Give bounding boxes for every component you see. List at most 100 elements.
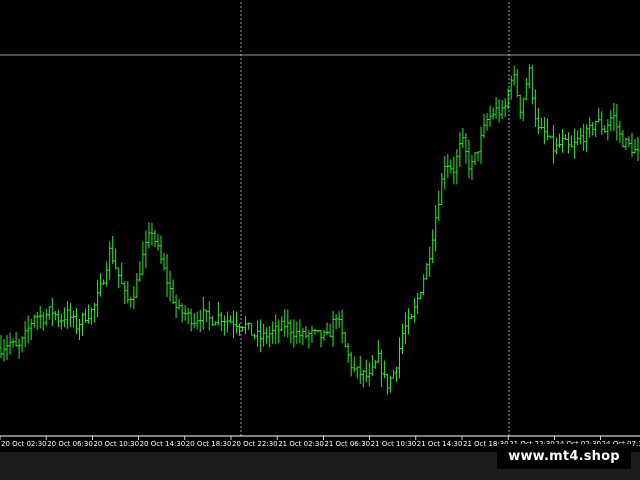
price-bar	[132, 286, 136, 310]
chart-window[interactable]: 20 Oct 02:30 20 Oct 06:30 20 Oct 10:30 20 O…	[0, 0, 640, 480]
price-bar	[325, 322, 329, 335]
price-bar	[241, 326, 245, 332]
price-bar	[554, 137, 558, 155]
price-bar	[364, 359, 368, 383]
price-bar	[213, 321, 217, 326]
price-bar	[120, 262, 124, 285]
price-bar	[588, 117, 592, 138]
price-bar	[503, 98, 507, 117]
price-bar	[428, 246, 432, 277]
price-bar	[87, 304, 91, 324]
price-bar	[96, 280, 100, 318]
price-bar	[174, 294, 178, 319]
price-bar	[216, 301, 220, 326]
price-bar	[319, 330, 323, 348]
price-bar	[558, 133, 562, 148]
price-bar	[8, 332, 12, 355]
price-bar	[59, 313, 63, 330]
time-tick-label: 20 Oct 10:30	[93, 440, 139, 448]
price-bar	[168, 270, 172, 302]
price-chart[interactable]: 20 Oct 02:30 20 Oct 06:30 20 Oct 10:30 20 O…	[0, 0, 640, 480]
price-bar	[633, 139, 637, 154]
price-bar	[473, 152, 477, 165]
price-bar	[346, 343, 350, 363]
price-bar	[244, 316, 248, 335]
price-bar	[533, 89, 537, 127]
price-bar	[440, 172, 444, 205]
price-bar	[56, 309, 60, 327]
price-bar	[343, 331, 347, 347]
price-bar	[277, 319, 281, 344]
price-bar	[295, 321, 299, 344]
price-bar	[509, 75, 513, 100]
price-bar	[271, 321, 275, 345]
price-bar	[286, 309, 290, 338]
price-bar	[204, 309, 208, 323]
price-bar	[376, 339, 380, 363]
price-bar	[29, 318, 33, 340]
price-bar	[452, 156, 456, 185]
price-bar	[0, 335, 3, 359]
price-bar	[234, 311, 238, 334]
price-bar	[26, 315, 30, 344]
price-bar	[573, 128, 577, 159]
price-bar	[530, 65, 534, 105]
price-bar	[467, 139, 471, 179]
price-bar	[228, 315, 232, 323]
price-bar	[84, 308, 88, 323]
price-bar	[90, 307, 94, 325]
price-bar	[410, 314, 414, 320]
price-bar	[591, 122, 595, 136]
time-tick-label: 21 Oct 02:30	[278, 440, 324, 448]
price-bar	[419, 291, 423, 300]
price-bar	[5, 335, 9, 360]
price-bar	[99, 273, 103, 297]
price-bar	[259, 319, 263, 353]
price-bar	[108, 241, 112, 280]
price-bar	[177, 298, 181, 311]
price-bar	[219, 312, 223, 332]
price-bar	[171, 279, 175, 305]
price-bar	[458, 132, 462, 167]
price-bar	[576, 130, 580, 146]
price-bar	[373, 359, 377, 369]
price-bar	[186, 307, 190, 325]
price-bar	[636, 136, 640, 161]
price-bar	[192, 313, 196, 328]
price-bar	[153, 230, 157, 248]
price-bar	[126, 281, 130, 304]
price-bar	[548, 135, 552, 139]
price-bar	[618, 121, 622, 143]
price-bar	[117, 267, 121, 289]
price-bar	[310, 325, 314, 344]
price-bar	[195, 311, 199, 330]
price-bar	[449, 159, 453, 174]
price-bar	[159, 235, 163, 264]
price-bar	[292, 319, 296, 348]
watermark-logo: www.mt4.shop	[497, 444, 631, 469]
price-bar	[14, 331, 18, 347]
price-bar	[630, 132, 634, 157]
price-bar	[198, 309, 202, 333]
price-bar	[105, 261, 109, 287]
price-bar	[606, 119, 610, 141]
time-tick-label: 20 Oct 14:30	[140, 440, 186, 448]
price-bar	[20, 336, 24, 353]
price-bar	[539, 117, 543, 130]
price-bar	[68, 303, 72, 327]
price-bar	[352, 356, 356, 373]
price-bar	[322, 329, 326, 341]
price-bar	[307, 330, 311, 349]
price-bar	[111, 235, 115, 265]
price-bar	[81, 312, 85, 336]
price-bar	[470, 155, 474, 181]
price-bar	[609, 110, 613, 132]
price-bar	[370, 355, 374, 377]
price-bar	[379, 349, 383, 387]
price-bar	[150, 222, 154, 246]
time-tick-label: 21 Oct 06:30	[324, 440, 370, 448]
price-bar	[93, 302, 97, 323]
time-tick-label: 20 Oct 18:30	[186, 440, 232, 448]
price-bar	[247, 322, 251, 330]
price-bar	[225, 311, 229, 333]
